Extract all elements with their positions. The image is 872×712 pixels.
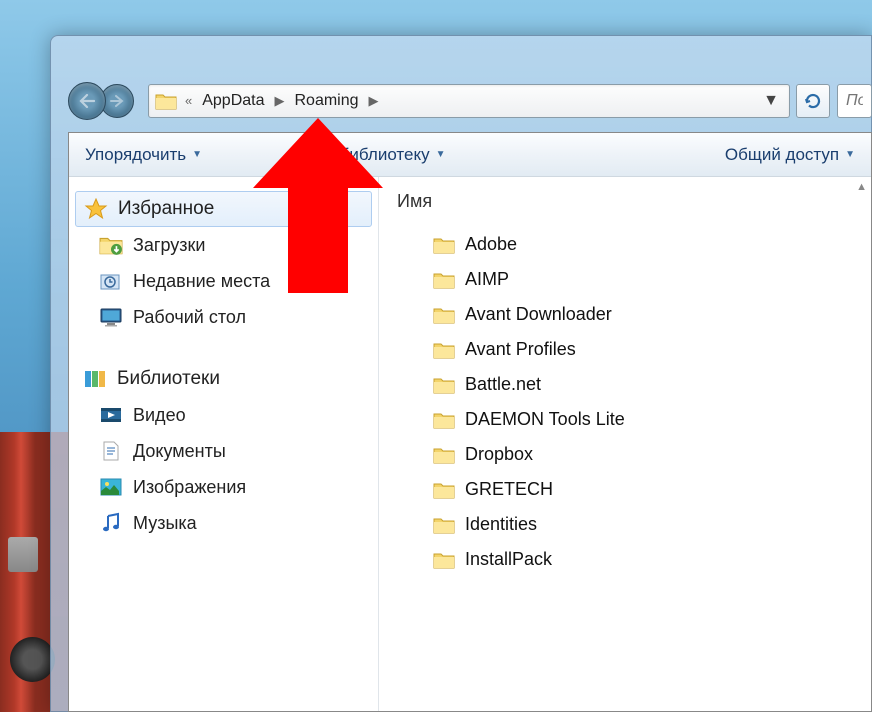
- folder-icon: [433, 480, 455, 500]
- file-row[interactable]: Avant Downloader: [393, 297, 871, 332]
- sidebar-favorites-group: Избранное Загрузки Недавние места Рабочи…: [69, 191, 378, 335]
- folder-icon: [433, 550, 455, 570]
- file-name: GRETECH: [465, 479, 553, 500]
- navigation-area: « AppData ▶ Roaming ▶ ▼: [68, 78, 872, 123]
- recent-places-icon: [99, 270, 123, 292]
- file-name: Battle.net: [465, 374, 541, 395]
- sidebar-label: Загрузки: [133, 235, 205, 256]
- address-bar[interactable]: « AppData ▶ Roaming ▶ ▼: [148, 84, 790, 118]
- folder-icon: [433, 445, 455, 465]
- file-name: InstallPack: [465, 549, 552, 570]
- sidebar-item-pictures[interactable]: Изображения: [69, 469, 378, 505]
- star-icon: [84, 198, 108, 220]
- file-row[interactable]: Dropbox: [393, 437, 871, 472]
- toolbar-share[interactable]: Общий доступ ▼: [719, 141, 861, 169]
- chevron-down-icon: ▼: [845, 149, 855, 160]
- sidebar-label: Видео: [133, 405, 186, 426]
- pictures-icon: [99, 476, 123, 498]
- sidebar-item-recent[interactable]: Недавние места: [69, 263, 378, 299]
- folder-icon: [433, 235, 455, 255]
- breadcrumb-separator[interactable]: ▶: [367, 86, 381, 116]
- music-icon: [99, 512, 123, 534]
- refresh-button[interactable]: [796, 84, 830, 118]
- file-row[interactable]: Identities: [393, 507, 871, 542]
- sidebar-item-downloads[interactable]: Загрузки: [69, 227, 378, 263]
- main-area: Избранное Загрузки Недавние места Рабочи…: [69, 177, 871, 711]
- content-frame: Упорядочить ▼ ить в библиотеку ▼ Общий д…: [68, 132, 872, 712]
- chevron-down-icon: ▼: [436, 149, 446, 160]
- address-dropdown[interactable]: ▼: [757, 92, 785, 110]
- nav-buttons-group: [68, 82, 134, 120]
- arrow-right-icon: [110, 95, 124, 107]
- sidebar-label: Избранное: [118, 198, 214, 220]
- folder-icon: [433, 375, 455, 395]
- file-list-pane: ▲ Имя Adobe AIMP Avant Downloader Avant Pro…: [379, 177, 871, 711]
- file-row[interactable]: AIMP: [393, 262, 871, 297]
- documents-icon: [99, 440, 123, 462]
- toolbar-add-to-library[interactable]: ить в библиотеку ▼: [289, 141, 451, 169]
- folder-icon: [433, 270, 455, 290]
- breadcrumb-overflow[interactable]: «: [183, 86, 194, 116]
- breadcrumb-separator[interactable]: ▶: [273, 86, 287, 116]
- downloads-icon: [99, 234, 123, 256]
- desktop-icon: [99, 306, 123, 328]
- breadcrumb-roaming[interactable]: Roaming: [287, 86, 367, 116]
- toolbar-organize[interactable]: Упорядочить ▼: [79, 141, 208, 169]
- file-row[interactable]: Avant Profiles: [393, 332, 871, 367]
- chevron-down-icon: ▼: [192, 149, 202, 160]
- file-name: DAEMON Tools Lite: [465, 409, 625, 430]
- folder-icon: [433, 340, 455, 360]
- file-row[interactable]: DAEMON Tools Lite: [393, 402, 871, 437]
- sidebar-libraries-group: Библиотеки Видео Документы Изображения М…: [69, 361, 378, 541]
- folder-icon: [433, 515, 455, 535]
- refresh-icon: [803, 91, 823, 111]
- file-name: Dropbox: [465, 444, 533, 465]
- folder-icon: [433, 305, 455, 325]
- search-input[interactable]: [837, 84, 872, 118]
- sidebar-item-videos[interactable]: Видео: [69, 397, 378, 433]
- folder-icon: [155, 92, 177, 110]
- sidebar-favorites-header[interactable]: Избранное: [75, 191, 372, 227]
- toolbar: Упорядочить ▼ ить в библиотеку ▼ Общий д…: [69, 133, 871, 177]
- sidebar-libraries-header[interactable]: Библиотеки: [69, 361, 378, 397]
- nav-back-button[interactable]: [68, 82, 106, 120]
- scroll-up-indicator: ▲: [856, 181, 867, 193]
- arrow-left-icon: [79, 94, 95, 108]
- sidebar-item-music[interactable]: Музыка: [69, 505, 378, 541]
- file-row[interactable]: InstallPack: [393, 542, 871, 577]
- file-name: Identities: [465, 514, 537, 535]
- sidebar-label: Документы: [133, 441, 226, 462]
- file-name: Adobe: [465, 234, 517, 255]
- file-row[interactable]: Battle.net: [393, 367, 871, 402]
- file-row[interactable]: Adobe: [393, 227, 871, 262]
- sidebar-item-documents[interactable]: Документы: [69, 433, 378, 469]
- toolbar-label: Общий доступ: [725, 145, 839, 165]
- sidebar-label: Музыка: [133, 513, 197, 534]
- file-name: Avant Profiles: [465, 339, 576, 360]
- folder-icon: [433, 410, 455, 430]
- toolbar-label: ить в библиотеку: [295, 145, 430, 165]
- sidebar-label: Рабочий стол: [133, 307, 246, 328]
- column-header-name[interactable]: Имя: [393, 187, 871, 227]
- sidebar-label: Недавние места: [133, 271, 270, 292]
- videos-icon: [99, 404, 123, 426]
- sidebar-item-desktop[interactable]: Рабочий стол: [69, 299, 378, 335]
- breadcrumb-appdata[interactable]: AppData: [194, 86, 272, 116]
- libraries-icon: [83, 368, 107, 390]
- toolbar-label: Упорядочить: [85, 145, 186, 165]
- navigation-pane: Избранное Загрузки Недавние места Рабочи…: [69, 177, 379, 711]
- file-row[interactable]: GRETECH: [393, 472, 871, 507]
- sidebar-label: Библиотеки: [117, 368, 220, 390]
- file-name: Avant Downloader: [465, 304, 612, 325]
- sidebar-label: Изображения: [133, 477, 246, 498]
- file-name: AIMP: [465, 269, 509, 290]
